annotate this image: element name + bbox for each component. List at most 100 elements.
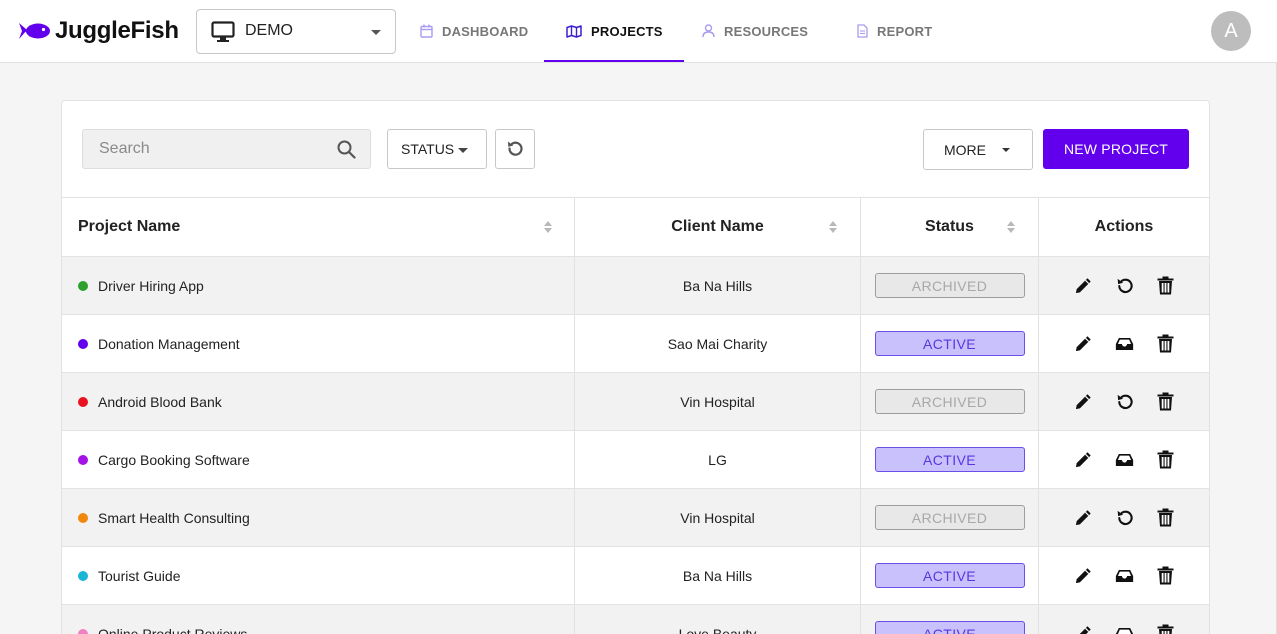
client-name-cell: Ba Na Hills (575, 257, 861, 314)
project-name[interactable]: Tourist Guide (98, 568, 180, 584)
delete-button[interactable] (1156, 392, 1175, 411)
restore-icon (1117, 278, 1133, 293)
tab-resources-label: RESOURCES (724, 23, 809, 39)
trash-icon (1157, 624, 1173, 634)
tab-resources[interactable]: RESOURCES (702, 0, 808, 62)
tab-projects[interactable]: PROJECTS (566, 0, 663, 62)
archive-button[interactable] (1115, 566, 1134, 585)
table-row[interactable]: Android Blood Bank Vin Hospital ARCHIVED (62, 373, 1209, 431)
column-actions: Actions (1094, 218, 1154, 235)
sort-icon[interactable] (1007, 221, 1015, 233)
project-color-dot (78, 396, 88, 407)
status-badge: ACTIVE (874, 447, 1025, 472)
table-body: Driver Hiring App Ba Na Hills ARCHIVED Dona… (62, 257, 1209, 634)
status-badge: ACTIVE (874, 331, 1025, 356)
table-row[interactable]: Driver Hiring App Ba Na Hills ARCHIVED (62, 257, 1209, 315)
table-row[interactable]: Online Product Reviews Love Beauty ACTIVE (62, 605, 1209, 634)
client-name: LG (708, 451, 727, 468)
client-name: Sao Mai Charity (667, 335, 768, 352)
edit-button[interactable] (1074, 334, 1093, 353)
delete-button[interactable] (1156, 566, 1175, 585)
edit-button[interactable] (1074, 566, 1093, 585)
projects-card: STATUS MORE NEW PROJECT Project Name Cli… (61, 100, 1210, 634)
table-row[interactable]: Donation Management Sao Mai Charity ACTIVE (62, 315, 1209, 373)
logo[interactable]: JuggleFish (19, 16, 179, 46)
fish-logo-icon (19, 23, 50, 39)
map-icon (566, 24, 582, 38)
column-project-name[interactable]: Project Name (62, 198, 575, 256)
delete-button[interactable] (1156, 508, 1175, 527)
document-icon (857, 24, 868, 38)
client-name: Ba Na Hills (682, 277, 753, 294)
project-name-cell: Smart Health Consulting (62, 489, 575, 546)
project-name[interactable]: Cargo Booking Software (98, 452, 250, 468)
status-badge: ARCHIVED (874, 505, 1025, 530)
trash-icon (1157, 392, 1173, 411)
restore-button[interactable] (1115, 392, 1134, 411)
status-filter-button[interactable]: STATUS (387, 129, 487, 169)
table-row[interactable]: Tourist Guide Ba Na Hills ACTIVE (62, 547, 1209, 605)
actions-cell (1039, 315, 1209, 372)
project-color-dot (78, 628, 88, 634)
edit-icon (1075, 278, 1091, 293)
client-name-cell: LG (575, 431, 861, 488)
tab-dashboard[interactable]: DASHBOARD (420, 0, 528, 62)
projects-table: Project Name Client Name Status Actions … (62, 197, 1209, 634)
trash-icon (1157, 334, 1173, 353)
project-name[interactable]: Online Product Reviews (98, 626, 247, 634)
delete-button[interactable] (1156, 450, 1175, 469)
column-status[interactable]: Status (861, 198, 1039, 256)
search-box (82, 129, 371, 169)
edit-button[interactable] (1074, 624, 1093, 634)
chevron-down-icon (458, 148, 468, 153)
project-name[interactable]: Smart Health Consulting (98, 510, 250, 526)
tab-report[interactable]: REPORT (857, 0, 932, 62)
tab-report-label: REPORT (877, 23, 933, 39)
avatar[interactable]: A (1211, 11, 1251, 51)
delete-button[interactable] (1156, 624, 1175, 634)
status-cell: ARCHIVED (861, 489, 1039, 546)
status-badge: ARCHIVED (874, 389, 1025, 414)
table-header: Project Name Client Name Status Actions (62, 197, 1209, 257)
trash-icon (1157, 508, 1173, 527)
column-client-name[interactable]: Client Name (575, 198, 861, 256)
restore-button[interactable] (1115, 508, 1134, 527)
new-project-button[interactable]: NEW PROJECT (1043, 129, 1189, 169)
edit-button[interactable] (1074, 276, 1093, 295)
project-name-cell: Driver Hiring App (62, 257, 575, 314)
project-name[interactable]: Android Blood Bank (98, 394, 222, 410)
sort-icon[interactable] (544, 221, 552, 233)
trash-icon (1157, 450, 1173, 469)
sort-icon[interactable] (829, 221, 837, 233)
edit-button[interactable] (1074, 392, 1093, 411)
project-name[interactable]: Driver Hiring App (98, 278, 204, 294)
status-cell: ACTIVE (861, 315, 1039, 372)
delete-button[interactable] (1156, 334, 1175, 353)
workspace-select[interactable]: DEMO (196, 9, 396, 54)
more-button[interactable]: MORE (923, 129, 1033, 170)
actions-cell (1039, 257, 1209, 314)
table-row[interactable]: Cargo Booking Software LG ACTIVE (62, 431, 1209, 489)
archive-button[interactable] (1115, 450, 1134, 469)
project-name-cell: Online Product Reviews (62, 605, 575, 634)
project-name[interactable]: Donation Management (98, 336, 240, 352)
reset-filter-button[interactable] (495, 129, 535, 169)
search-input[interactable] (83, 130, 323, 168)
table-row[interactable]: Smart Health Consulting Vin Hospital ARCHI… (62, 489, 1209, 547)
archive-button[interactable] (1115, 624, 1134, 634)
archive-button[interactable] (1115, 334, 1134, 353)
person-icon (702, 24, 715, 38)
edit-button[interactable] (1074, 508, 1093, 527)
edit-icon (1075, 394, 1091, 409)
status-cell: ACTIVE (861, 605, 1039, 634)
trash-icon (1157, 566, 1173, 585)
restore-button[interactable] (1115, 276, 1134, 295)
edit-button[interactable] (1074, 450, 1093, 469)
tab-projects-label: PROJECTS (591, 23, 663, 39)
trash-icon (1157, 276, 1173, 295)
delete-button[interactable] (1156, 276, 1175, 295)
status-cell: ACTIVE (861, 431, 1039, 488)
client-name-cell: Ba Na Hills (575, 547, 861, 604)
chevron-down-icon (1002, 148, 1010, 152)
search-icon[interactable] (337, 140, 356, 159)
